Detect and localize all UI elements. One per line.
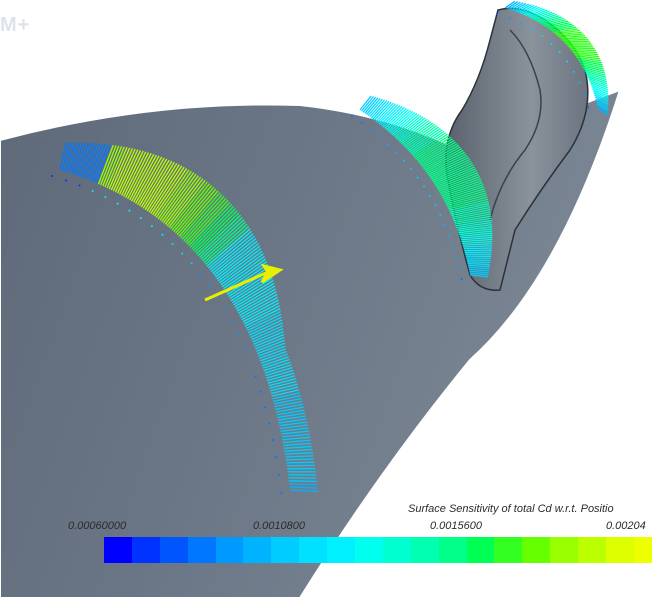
colorbar-swatch <box>159 537 188 563</box>
sensitivity-point <box>190 262 193 265</box>
sensitivity-point <box>583 93 586 96</box>
sensitivity-vector <box>567 45 594 48</box>
sensitivity-point <box>508 17 511 20</box>
sensitivity-point <box>439 213 442 216</box>
sensitivity-point <box>139 217 142 220</box>
sensitivity-point <box>578 81 581 84</box>
sensitivity-vector <box>286 461 315 464</box>
sensitivity-point <box>237 333 240 336</box>
sensitivity-point <box>243 346 246 349</box>
sensitivity-point <box>78 184 81 187</box>
sensitivity-point <box>387 143 390 146</box>
sensitivity-vector <box>288 480 317 483</box>
colorbar-swatch <box>550 537 579 563</box>
colorbar-swatch <box>215 537 244 563</box>
sensitivity-point <box>360 121 363 124</box>
sensitivity-point <box>460 278 463 281</box>
sensitivity-vector <box>563 40 590 43</box>
sensitivity-point <box>378 136 381 139</box>
sensitivity-point <box>422 185 425 188</box>
sensitivity-point <box>207 284 210 287</box>
colorbar-swatch <box>187 537 216 563</box>
sensitivity-point <box>550 42 553 45</box>
colorbar-title: Surface Sensitivity of total Cd w.r.t. P… <box>408 503 614 515</box>
colorbar-swatch <box>522 537 551 563</box>
sensitivity-point <box>395 151 398 154</box>
colorbar-swatch <box>131 537 160 563</box>
colorbar-swatch <box>327 537 356 563</box>
colorbar-swatch <box>494 537 523 563</box>
colorbar-swatch <box>410 537 439 563</box>
colorbar-tick-3: 0.0015600 <box>430 520 482 532</box>
colorbar-tick-4: 0.00204 <box>606 520 646 532</box>
sensitivity-point <box>587 106 590 109</box>
sensitivity-point <box>51 175 53 177</box>
sensitivity-point <box>272 439 275 442</box>
colorbar-tick-2: 0.0010800 <box>253 520 305 532</box>
sensitivity-point <box>448 234 451 237</box>
sensitivity-point <box>104 196 107 199</box>
sensitivity-point <box>451 244 454 247</box>
colorbar-swatch <box>438 537 467 563</box>
watermark-text: M+ <box>0 14 31 36</box>
sensitivity-vector <box>463 247 492 250</box>
sensitivity-point <box>161 233 164 236</box>
sensitivity-point <box>572 70 575 73</box>
sensitivity-point <box>566 60 569 63</box>
colorbar-swatch <box>299 537 328 563</box>
colorbar-tick-1: 0.00060000 <box>68 520 127 532</box>
sensitivity-point <box>116 202 119 205</box>
sensitivity-point <box>128 209 131 212</box>
sensitivity-point <box>268 422 271 425</box>
sensitivity-vector <box>464 249 492 252</box>
colorbar-swatch <box>382 537 411 563</box>
sensitivity-point <box>434 204 437 207</box>
sensitivity-point <box>409 167 412 170</box>
sensitivity-point <box>369 128 372 131</box>
sensitivity-point <box>259 390 262 393</box>
sensitivity-vector <box>467 261 491 264</box>
colorbar-swatch <box>578 537 607 563</box>
sensitivity-point <box>278 473 281 476</box>
sensitivity-point <box>230 320 233 323</box>
sensitivity-point <box>150 225 153 228</box>
colorbar-swatch <box>466 537 495 563</box>
colorbar-swatch <box>243 537 272 563</box>
sensitivity-vector <box>285 458 314 461</box>
sensitivity-point <box>223 307 226 310</box>
sensitivity-point <box>280 491 283 494</box>
colorbar-scale <box>104 537 652 563</box>
sensitivity-point <box>458 266 461 269</box>
colorbar-swatch <box>606 537 634 563</box>
sensitivity-point <box>181 252 184 255</box>
sensitivity-point <box>402 159 405 162</box>
sensitivity-point <box>428 194 431 197</box>
sensitivity-point <box>496 13 498 15</box>
sensitivity-vector <box>466 259 491 262</box>
colorbar-swatch <box>271 537 300 563</box>
sensitivity-point <box>199 272 202 275</box>
sensitivity-point <box>541 35 544 38</box>
sensitivity-point <box>416 176 419 179</box>
sensitivity-point <box>558 51 561 54</box>
colorbar-swatch <box>355 537 383 563</box>
sensitivity-point <box>455 255 458 258</box>
sensitivity-point <box>254 375 257 378</box>
sensitivity-point <box>171 242 174 245</box>
sensitivity-point <box>91 190 94 193</box>
sensitivity-point <box>275 456 278 459</box>
sensitivity-point <box>443 223 446 226</box>
colorbar-swatch <box>633 537 652 563</box>
sensitivity-point <box>531 28 534 31</box>
sensitivity-point <box>249 361 252 364</box>
sensitivity-point <box>64 179 67 182</box>
sensitivity-point <box>520 22 523 25</box>
colorbar-swatch <box>104 537 132 563</box>
sensitivity-point <box>264 406 267 409</box>
sensitivity-point <box>351 115 353 117</box>
